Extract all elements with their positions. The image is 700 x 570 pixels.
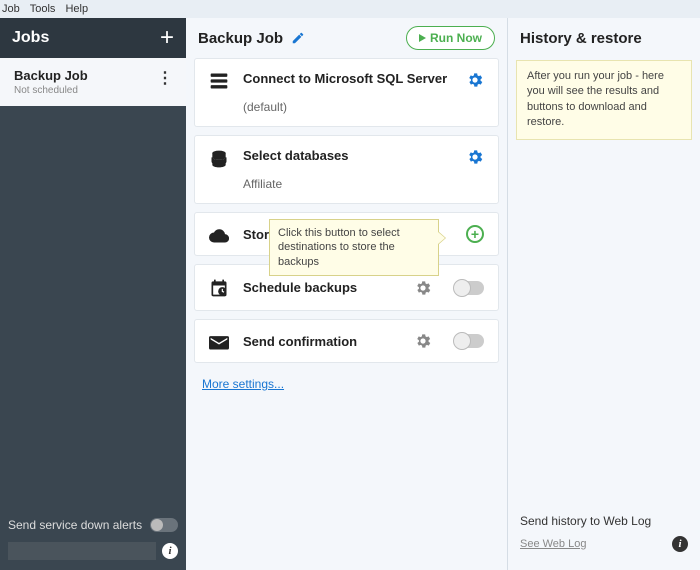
step-title: Select databases: [243, 148, 452, 163]
play-icon: [419, 34, 426, 42]
step-title: Send confirmation: [243, 334, 400, 349]
tooltip: Click this button to select destinations…: [269, 219, 439, 276]
job-list-item[interactable]: Backup Job Not scheduled ⋮: [0, 58, 186, 106]
jobs-panel: Jobs + Backup Job Not scheduled ⋮ Send s…: [0, 18, 186, 570]
job-config-panel: Backup Job Run Now Connect to Microsoft …: [186, 18, 508, 570]
menu-tools[interactable]: Tools: [30, 3, 56, 15]
menu-job[interactable]: Job: [2, 3, 20, 15]
step-store[interactable]: Store backups in destinations Click this…: [194, 212, 499, 256]
calendar-icon: [209, 278, 229, 298]
run-now-button[interactable]: Run Now: [406, 26, 495, 50]
info-icon[interactable]: i: [162, 543, 178, 559]
add-job-button[interactable]: +: [160, 24, 174, 52]
job-menu-icon[interactable]: ⋮: [157, 68, 172, 88]
step-select-db[interactable]: Select databases Affiliate: [194, 135, 499, 204]
info-icon[interactable]: i: [672, 536, 688, 552]
alerts-label: Send service down alerts: [8, 518, 142, 532]
database-icon: [209, 149, 229, 169]
gear-icon[interactable]: [414, 279, 432, 297]
job-title: Backup Job: [198, 30, 305, 47]
more-settings-link[interactable]: More settings...: [194, 371, 499, 397]
step-subtitle: Affiliate: [243, 177, 452, 191]
gear-icon[interactable]: [414, 332, 432, 350]
gear-icon[interactable]: [466, 148, 484, 166]
alerts-toggle[interactable]: [150, 518, 178, 532]
history-panel: History & restore After you run your job…: [508, 18, 700, 570]
step-connect[interactable]: Connect to Microsoft SQL Server (default…: [194, 58, 499, 127]
server-icon: [209, 72, 229, 90]
schedule-toggle[interactable]: [454, 281, 484, 295]
gear-icon[interactable]: [466, 71, 484, 89]
alerts-email-input[interactable]: [8, 542, 156, 560]
mail-icon: [209, 334, 229, 350]
menu-help[interactable]: Help: [65, 3, 88, 15]
jobs-title: Jobs: [12, 29, 49, 47]
job-name: Backup Job: [14, 68, 88, 83]
step-confirm[interactable]: Send confirmation: [194, 319, 499, 363]
weblog-label: Send history to Web Log: [520, 514, 651, 528]
add-destination-button[interactable]: +: [466, 225, 484, 243]
step-title: Connect to Microsoft SQL Server: [243, 71, 452, 86]
see-weblog-link[interactable]: See Web Log: [520, 538, 586, 550]
menubar: Job Tools Help: [0, 0, 700, 18]
history-note: After you run your job - here you will s…: [516, 60, 692, 140]
edit-icon[interactable]: [291, 31, 305, 45]
confirm-toggle[interactable]: [454, 334, 484, 348]
step-subtitle: (default): [243, 100, 452, 114]
job-status: Not scheduled: [14, 85, 88, 96]
cloud-icon: [209, 227, 229, 243]
step-title: Schedule backups: [243, 280, 400, 295]
history-title: History & restore: [520, 30, 642, 47]
